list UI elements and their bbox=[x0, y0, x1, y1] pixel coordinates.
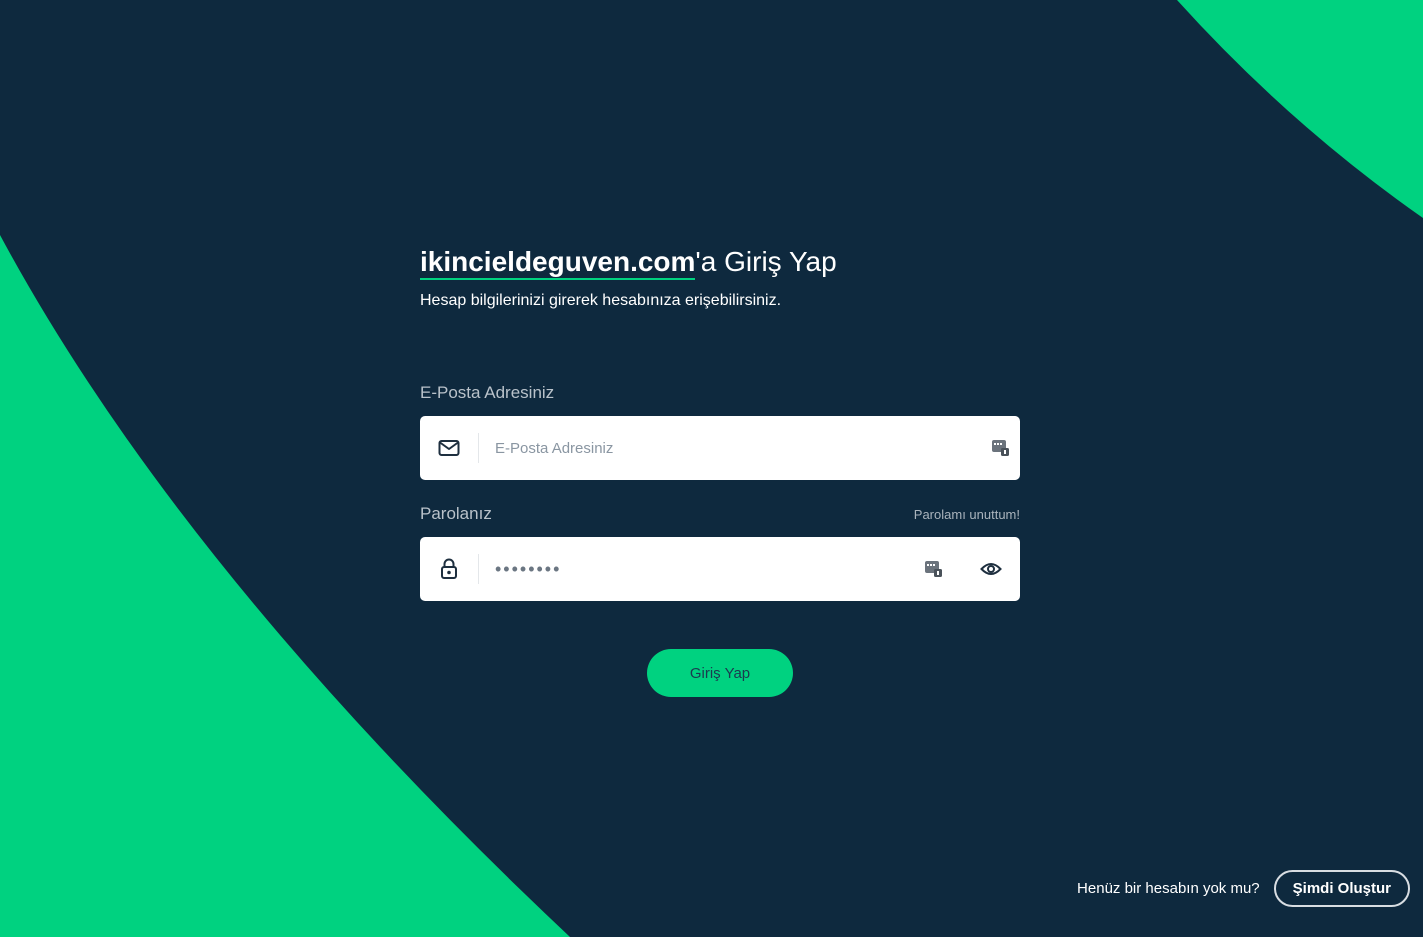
login-page: ikincieldeguven.com'a Giriş Yap Hesap bi… bbox=[0, 0, 1423, 937]
login-button[interactable]: Giriş Yap bbox=[647, 649, 793, 697]
signup-prompt: Henüz bir hesabın yok mu? bbox=[1077, 880, 1260, 897]
create-account-button[interactable]: Şimdi Oluştur bbox=[1273, 870, 1410, 907]
eye-icon[interactable] bbox=[979, 557, 1003, 581]
signup-row: Henüz bir hesabın yok mu? Şimdi Oluştur bbox=[1077, 870, 1410, 907]
brand-link[interactable]: ikincieldeguven.com bbox=[420, 246, 696, 280]
password-label: Parolanız bbox=[420, 504, 492, 523]
page-title: ikincieldeguven.com'a Giriş Yap bbox=[420, 240, 1020, 284]
mail-icon bbox=[420, 416, 478, 480]
email-input-box bbox=[420, 416, 1020, 480]
email-label: E-Posta Adresiniz bbox=[420, 383, 555, 402]
forgot-password-link[interactable]: Parolamı unuttum! bbox=[914, 507, 1020, 522]
title-suffix: 'a Giriş Yap bbox=[695, 246, 837, 277]
autofill-icon[interactable] bbox=[925, 560, 943, 578]
top-right-green-wave bbox=[1177, 0, 1423, 218]
lock-icon bbox=[420, 537, 478, 601]
password-input-box: •••••••• bbox=[420, 537, 1020, 601]
email-input[interactable] bbox=[479, 428, 992, 468]
autofill-icon[interactable] bbox=[992, 439, 1010, 457]
login-form: ikincieldeguven.com'a Giriş Yap Hesap bi… bbox=[420, 240, 1020, 697]
password-input[interactable]: •••••••• bbox=[479, 549, 925, 589]
password-label-row: Parolanız Parolamı unuttum! bbox=[420, 502, 1020, 524]
email-label-row: E-Posta Adresiniz bbox=[420, 381, 1020, 403]
page-subtitle: Hesap bilgilerinizi girerek hesabınıza e… bbox=[420, 292, 782, 309]
